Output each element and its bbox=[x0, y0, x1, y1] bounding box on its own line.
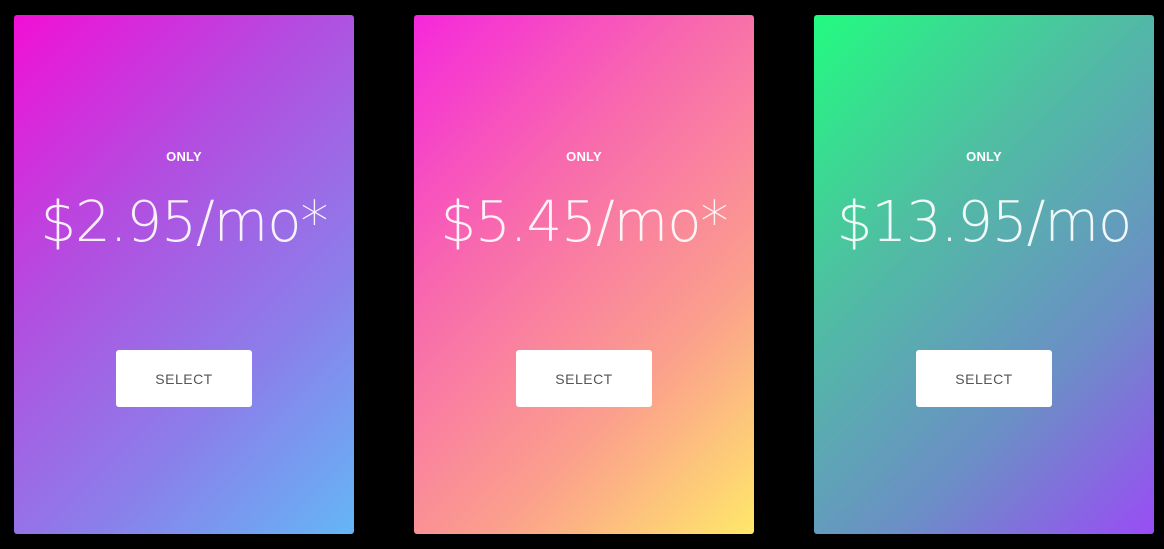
pricing-card-2: ONLY $5.45/mo* SELECT bbox=[414, 15, 754, 534]
only-label: ONLY bbox=[566, 149, 602, 164]
select-button[interactable]: SELECT bbox=[516, 350, 652, 407]
pricing-card-1: ONLY $2.95/mo* SELECT bbox=[14, 15, 354, 534]
pricing-card-3: ONLY $13.95/mo SELECT bbox=[814, 15, 1154, 534]
select-button[interactable]: SELECT bbox=[116, 350, 252, 407]
select-button[interactable]: SELECT bbox=[916, 350, 1052, 407]
price-text: $13.95/mo bbox=[836, 190, 1133, 255]
only-label: ONLY bbox=[966, 149, 1002, 164]
only-label: ONLY bbox=[166, 149, 202, 164]
pricing-page: ONLY $2.95/mo* SELECT ONLY $5.45/mo* SEL… bbox=[0, 0, 1164, 549]
price-text: $5.45/mo* bbox=[440, 190, 729, 255]
price-text: $2.95/mo* bbox=[40, 190, 329, 255]
